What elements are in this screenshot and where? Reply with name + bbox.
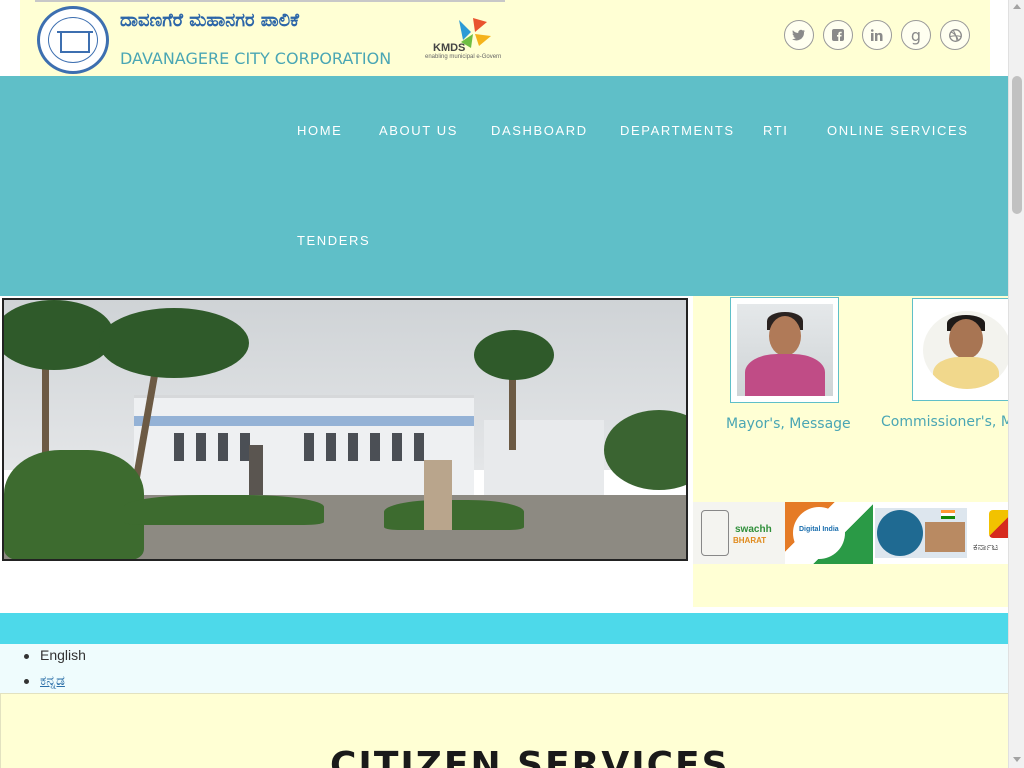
digital-india-text: Digital India <box>799 526 839 533</box>
language-item-english: English <box>24 647 86 672</box>
commissioner-photo <box>923 311 1008 389</box>
partner-banner-strip: swachh BHARAT Digital India ಕರ್ನಾಟ <box>693 502 1008 564</box>
india-flag-icon <box>941 510 955 519</box>
mayor-photo <box>737 304 833 396</box>
digital-india-logo-icon <box>793 507 845 559</box>
national-emblem-icon <box>877 510 923 556</box>
cyan-divider-bar <box>0 613 1008 644</box>
site-header: ದಾವಣಗೆರೆ ಮಹಾನಗರ ಪಾಲಿಕೆ DAVANAGERE CITY C… <box>20 0 990 76</box>
karnataka-banner[interactable]: ಕರ್ನಾಟ <box>969 504 1008 562</box>
hero-building-signboard <box>134 416 474 426</box>
language-area <box>0 644 1008 693</box>
parliament-icon <box>925 522 965 552</box>
language-kannada-link[interactable]: ಕನ್ನಡ <box>40 673 65 689</box>
hero-monument <box>424 460 452 530</box>
google-plus-icon[interactable]: g <box>901 20 931 50</box>
mayor-photo-card[interactable] <box>730 297 839 403</box>
scrollbar-thumb[interactable] <box>1012 76 1022 214</box>
mayor-message-link[interactable]: Mayor's, Message <box>726 416 851 432</box>
digital-india-banner[interactable]: Digital India <box>785 502 873 564</box>
seal-building <box>60 31 90 53</box>
commissioner-photo-card[interactable] <box>912 298 1008 401</box>
kmds-tagline: enabling municipal e-Govern <box>425 54 502 60</box>
hedge <box>384 500 524 530</box>
nav-dashboard[interactable]: DASHBOARD <box>491 123 588 138</box>
karnataka-flag-icon <box>989 510 1008 538</box>
india-gov-banner[interactable] <box>875 508 967 558</box>
kmds-logo[interactable]: KMDS enabling municipal e-Govern <box>425 14 507 64</box>
nav-online-services[interactable]: ONLINE SERVICES <box>827 123 969 138</box>
hedge <box>4 450 144 559</box>
nav-rti[interactable]: RTI <box>763 123 789 138</box>
kmds-logo-text: KMDS <box>433 42 466 54</box>
scroll-up-arrow-icon[interactable] <box>1013 4 1021 9</box>
hero-image-corporation-building[interactable] <box>2 298 688 561</box>
citizen-services-title: CITIZEN SERVICES <box>330 745 730 768</box>
facebook-icon[interactable] <box>823 20 853 50</box>
language-english[interactable]: English <box>40 647 86 663</box>
swachh-text: swachh <box>735 524 772 535</box>
scroll-down-arrow-icon[interactable] <box>1013 757 1021 762</box>
citizen-services-section: CITIZEN SERVICES <box>0 693 1008 768</box>
brand-title-kannada: ದಾವಣಗೆರೆ ಮಹಾನಗರ ಪಾಲಿಕೆ <box>120 10 299 31</box>
commissioner-message-link[interactable]: Commissioner's, M <box>881 414 1008 430</box>
palm-tree <box>474 330 554 380</box>
brand-title-english: DAVANAGERE CITY CORPORATION <box>120 49 392 68</box>
language-list: English ಕನ್ನಡ <box>24 647 86 697</box>
swachh-bharat-banner[interactable]: swachh BHARAT <box>693 502 785 564</box>
nav-home[interactable]: HOME <box>297 123 342 138</box>
side-panel: Mayor's, Message Commissioner's, M swach… <box>693 296 1008 607</box>
gandhi-sketch-icon <box>701 510 729 556</box>
nav-departments[interactable]: DEPARTMENTS <box>620 123 735 138</box>
brand-block[interactable]: ದಾವಣಗೆರೆ ಮಹಾನಗರ ಪಾಲಿಕೆ DAVANAGERE CITY C… <box>35 0 505 76</box>
karnataka-text: ಕರ್ನಾಟ <box>973 542 999 553</box>
corporation-seal-logo[interactable] <box>37 6 109 74</box>
linkedin-icon[interactable] <box>862 20 892 50</box>
dribbble-icon[interactable] <box>940 20 970 50</box>
palm-tree <box>99 308 249 378</box>
main-nav: HOME ABOUT US DASHBOARD DEPARTMENTS RTI … <box>0 76 1008 296</box>
twitter-icon[interactable] <box>784 20 814 50</box>
hero-statue <box>249 445 263 495</box>
bharat-text: BHARAT <box>733 536 767 545</box>
nav-about-us[interactable]: ABOUT US <box>379 123 458 138</box>
hedge <box>124 495 324 525</box>
nav-tenders[interactable]: TENDERS <box>297 233 370 248</box>
page-scrollbar[interactable] <box>1008 0 1024 768</box>
page: ದಾವಣಗೆರೆ ಮಹಾನಗರ ಪಾಲಿಕೆ DAVANAGERE CITY C… <box>0 0 1024 768</box>
